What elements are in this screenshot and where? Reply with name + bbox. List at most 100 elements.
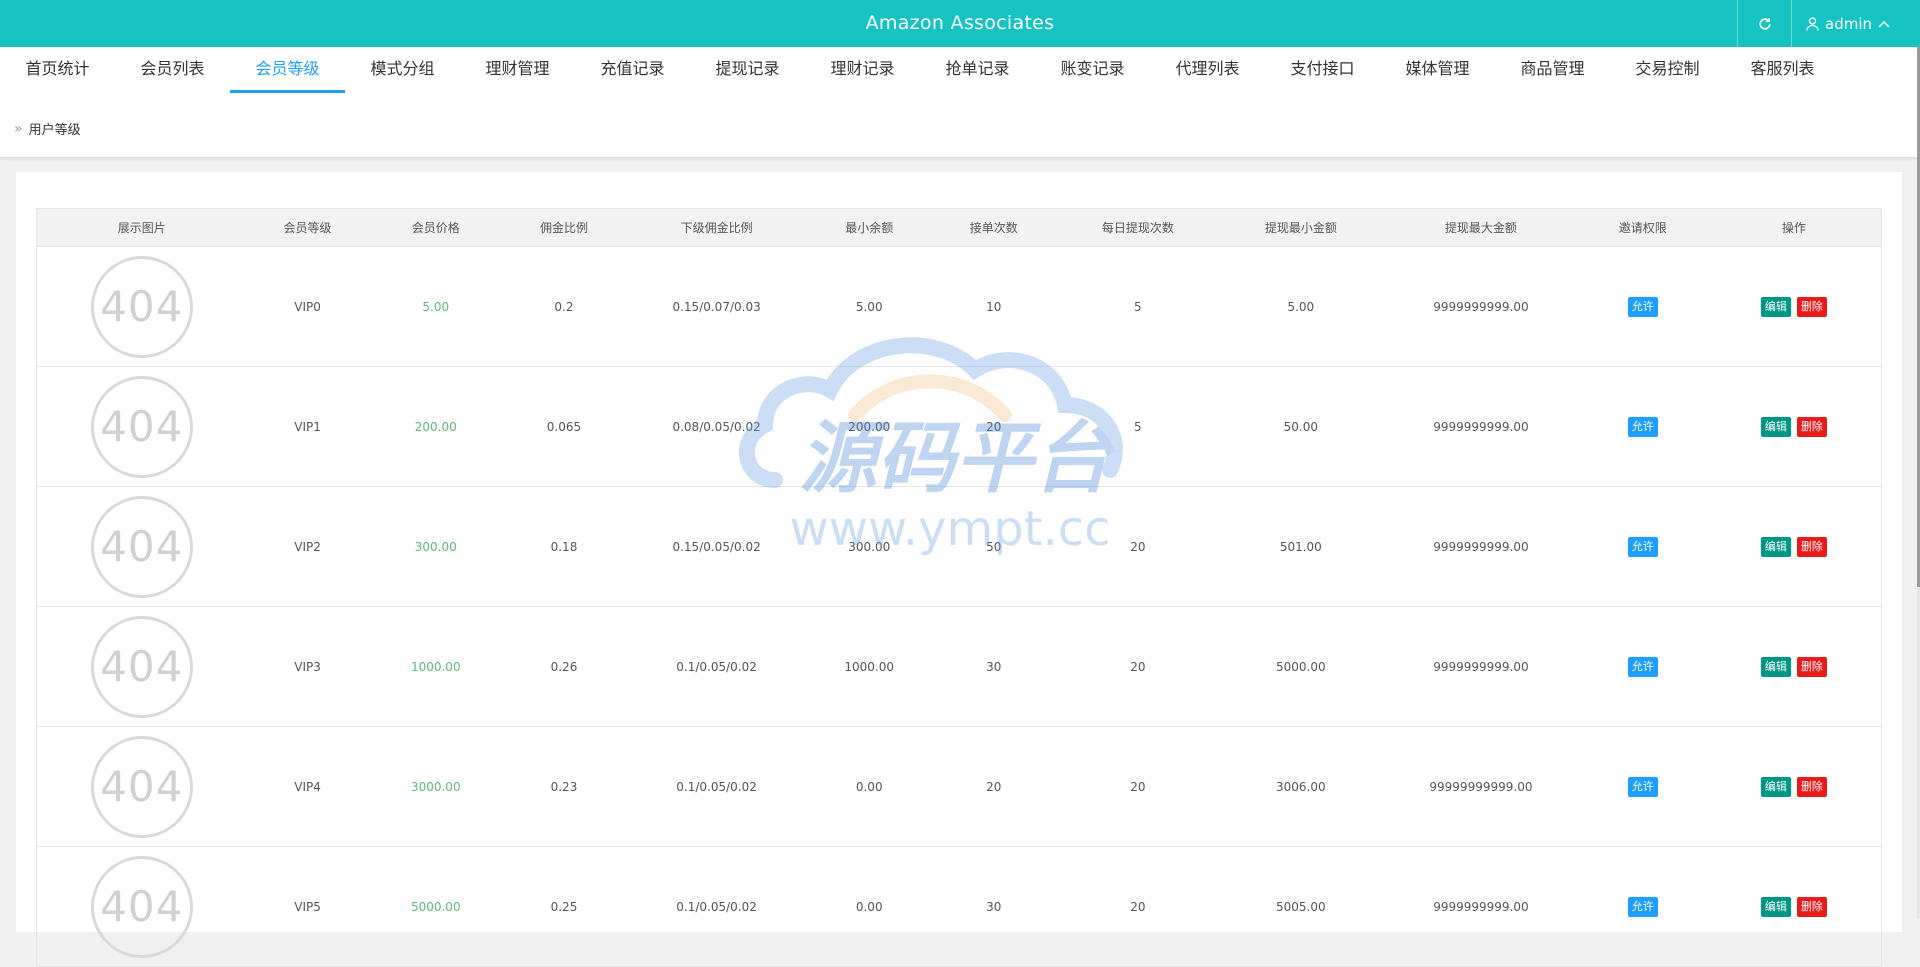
- nav-tab[interactable]: 首页统计: [0, 47, 115, 93]
- nav-tab[interactable]: 充值记录: [575, 47, 690, 93]
- user-menu[interactable]: admin: [1792, 0, 1902, 47]
- nav-tab[interactable]: 商品管理: [1495, 47, 1610, 93]
- table-row: 404 VIP0 5.00 0.2 0.15/0.07/0.03 5.00 10 5 5.00 9…: [36, 246, 1882, 367]
- nav-tab[interactable]: 交易控制: [1610, 47, 1725, 93]
- cell-actions: 编辑 删除: [1706, 366, 1882, 487]
- cell-withdraw-min: 5005.00: [1218, 846, 1384, 967]
- cell-price: 200.00: [368, 366, 503, 487]
- column-header: 每日提现次数: [1057, 208, 1219, 247]
- cell-image: 404: [36, 366, 247, 487]
- column-header: 最小余额: [808, 208, 931, 247]
- delete-button[interactable]: 删除: [1796, 296, 1827, 317]
- cell-min-balance: 1000.00: [808, 606, 931, 727]
- header-actions: admin: [1737, 0, 1902, 47]
- allow-button[interactable]: 允许: [1627, 776, 1658, 797]
- nav-tab[interactable]: 支付接口: [1265, 47, 1380, 93]
- cell-orders: 20: [930, 726, 1058, 847]
- edit-button[interactable]: 编辑: [1760, 896, 1791, 917]
- cell-permission: 允许: [1578, 486, 1707, 607]
- breadcrumb-current: 用户等级: [28, 123, 81, 138]
- cell-withdraw-max: 99999999999.00: [1383, 726, 1579, 847]
- cell-actions: 编辑 删除: [1706, 606, 1882, 727]
- nav-tab[interactable]: 客服列表: [1725, 47, 1840, 93]
- cell-level: VIP2: [246, 486, 369, 607]
- main-nav: 首页统计 会员列表 会员等级 模式分组 理财管理 充值记录 提现记录 理财记录 抢单记录 账变记录…: [0, 47, 1920, 95]
- delete-button[interactable]: 删除: [1796, 776, 1827, 797]
- table-row: 404 VIP2 300.00 0.18 0.15/0.05/0.02 300.00 50 2…: [36, 486, 1882, 607]
- cell-sub-commission: 0.15/0.05/0.02: [625, 486, 809, 607]
- nav-tab[interactable]: 提现记录: [690, 47, 805, 93]
- cell-sub-commission: 0.1/0.05/0.02: [625, 726, 809, 847]
- cell-image: 404: [36, 486, 247, 607]
- image-placeholder: 404: [90, 495, 193, 598]
- chevron-up-icon: [1878, 20, 1890, 28]
- column-header: 佣金比例: [502, 208, 626, 247]
- cell-commission: 0.23: [502, 726, 626, 847]
- table-row: 404 VIP3 1000.00 0.26 0.1/0.05/0.02 1000.00 30…: [36, 606, 1882, 727]
- allow-button[interactable]: 允许: [1627, 416, 1658, 437]
- cell-withdraw-max: 9999999999.00: [1383, 246, 1579, 367]
- column-header: 会员价格: [368, 208, 503, 247]
- cell-daily-withdrawals: 5: [1057, 366, 1219, 487]
- cell-commission: 0.2: [502, 246, 626, 367]
- nav-tab[interactable]: 理财记录: [805, 47, 920, 93]
- column-header: 邀请权限: [1578, 208, 1707, 247]
- allow-button[interactable]: 允许: [1627, 536, 1658, 557]
- allow-button[interactable]: 允许: [1627, 896, 1658, 917]
- cell-min-balance: 0.00: [808, 846, 931, 967]
- cell-daily-withdrawals: 5: [1057, 246, 1219, 367]
- table-body: 404 VIP0 5.00 0.2 0.15/0.07/0.03 5.00 10 5 5.00 9…: [36, 246, 1882, 967]
- refresh-button[interactable]: [1737, 0, 1792, 47]
- cell-actions: 编辑 删除: [1706, 726, 1882, 847]
- nav-tab[interactable]: 模式分组: [345, 47, 460, 93]
- cell-sub-commission: 0.08/0.05/0.02: [625, 366, 809, 487]
- allow-button[interactable]: 允许: [1627, 296, 1658, 317]
- image-placeholder: 404: [90, 375, 193, 478]
- cell-withdraw-max: 9999999999.00: [1383, 366, 1579, 487]
- cell-price: 5000.00: [368, 846, 503, 967]
- nav-tabs: 首页统计 会员列表 会员等级 模式分组 理财管理 充值记录 提现记录 理财记录 抢单记录 账变记录…: [0, 47, 1920, 95]
- cell-price: 300.00: [368, 486, 503, 607]
- cell-permission: 允许: [1578, 246, 1707, 367]
- nav-tab[interactable]: 代理列表: [1150, 47, 1265, 93]
- edit-button[interactable]: 编辑: [1760, 656, 1791, 677]
- cell-level: VIP4: [246, 726, 369, 847]
- allow-button[interactable]: 允许: [1627, 656, 1658, 677]
- delete-button[interactable]: 删除: [1796, 536, 1827, 557]
- cell-permission: 允许: [1578, 846, 1707, 967]
- cell-daily-withdrawals: 20: [1057, 606, 1219, 727]
- image-placeholder: 404: [90, 255, 193, 358]
- image-placeholder: 404: [90, 735, 193, 838]
- cell-min-balance: 300.00: [808, 486, 931, 607]
- column-header: 下级佣金比例: [625, 208, 809, 247]
- nav-tab[interactable]: 抢单记录: [920, 47, 1035, 93]
- nav-tab[interactable]: 账变记录: [1035, 47, 1150, 93]
- cell-commission: 0.065: [502, 366, 626, 487]
- column-header: 操作: [1706, 208, 1882, 247]
- cell-daily-withdrawals: 20: [1057, 726, 1219, 847]
- delete-button[interactable]: 删除: [1796, 416, 1827, 437]
- edit-button[interactable]: 编辑: [1760, 416, 1791, 437]
- cell-withdraw-min: 5.00: [1218, 246, 1384, 367]
- cell-permission: 允许: [1578, 366, 1707, 487]
- cell-permission: 允许: [1578, 606, 1707, 727]
- delete-button[interactable]: 删除: [1796, 896, 1827, 917]
- cell-sub-commission: 0.15/0.07/0.03: [625, 246, 809, 367]
- cell-commission: 0.18: [502, 486, 626, 607]
- nav-tab[interactable]: 会员等级: [230, 47, 345, 93]
- cell-withdraw-min: 50.00: [1218, 366, 1384, 487]
- cell-orders: 30: [930, 606, 1058, 727]
- nav-tab[interactable]: 理财管理: [460, 47, 575, 93]
- table-row: 404 VIP1 200.00 0.065 0.08/0.05/0.02 200.00 20…: [36, 366, 1882, 487]
- edit-button[interactable]: 编辑: [1760, 536, 1791, 557]
- image-placeholder: 404: [90, 615, 193, 718]
- cell-orders: 30: [930, 846, 1058, 967]
- cell-withdraw-min: 3006.00: [1218, 726, 1384, 847]
- delete-button[interactable]: 删除: [1796, 656, 1827, 677]
- edit-button[interactable]: 编辑: [1760, 776, 1791, 797]
- edit-button[interactable]: 编辑: [1760, 296, 1791, 317]
- double-chevron-right-icon: »: [14, 120, 23, 137]
- cell-min-balance: 200.00: [808, 366, 931, 487]
- nav-tab[interactable]: 媒体管理: [1380, 47, 1495, 93]
- nav-tab[interactable]: 会员列表: [115, 47, 230, 93]
